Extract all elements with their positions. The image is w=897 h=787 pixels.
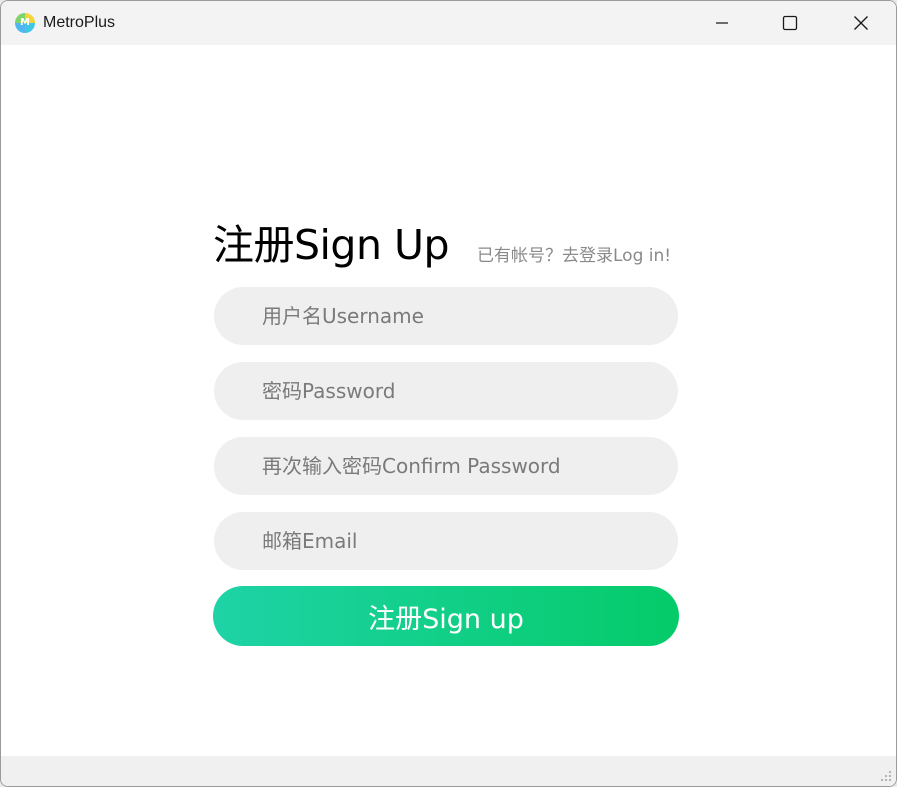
metroplus-app-icon: [15, 13, 35, 33]
username-input[interactable]: [214, 287, 678, 345]
close-button[interactable]: [826, 1, 896, 45]
minimize-icon: [716, 22, 728, 24]
signup-button[interactable]: 注册Sign up: [213, 586, 679, 646]
signup-heading: 注册Sign Up: [213, 221, 450, 269]
confirm-password-input[interactable]: [214, 437, 678, 495]
login-link[interactable]: 已有帐号？去登录Log in!: [477, 245, 671, 267]
window-title: MetroPlus: [43, 14, 116, 31]
password-input[interactable]: [214, 362, 678, 420]
maximize-icon: [782, 15, 798, 31]
close-icon: [854, 16, 868, 30]
resize-grip-icon[interactable]: [880, 770, 892, 782]
title-bar[interactable]: MetroPlus: [1, 1, 896, 45]
app-window: MetroPlus 注册Sign Up 已有帐号？去登录Log in! 注册Si…: [0, 0, 897, 787]
minimize-button[interactable]: [687, 1, 757, 45]
signup-panel: 注册Sign Up 已有帐号？去登录Log in! 注册Sign up: [1, 45, 896, 756]
status-bar: [1, 756, 896, 786]
maximize-button[interactable]: [755, 1, 825, 45]
email-input[interactable]: [214, 512, 678, 570]
